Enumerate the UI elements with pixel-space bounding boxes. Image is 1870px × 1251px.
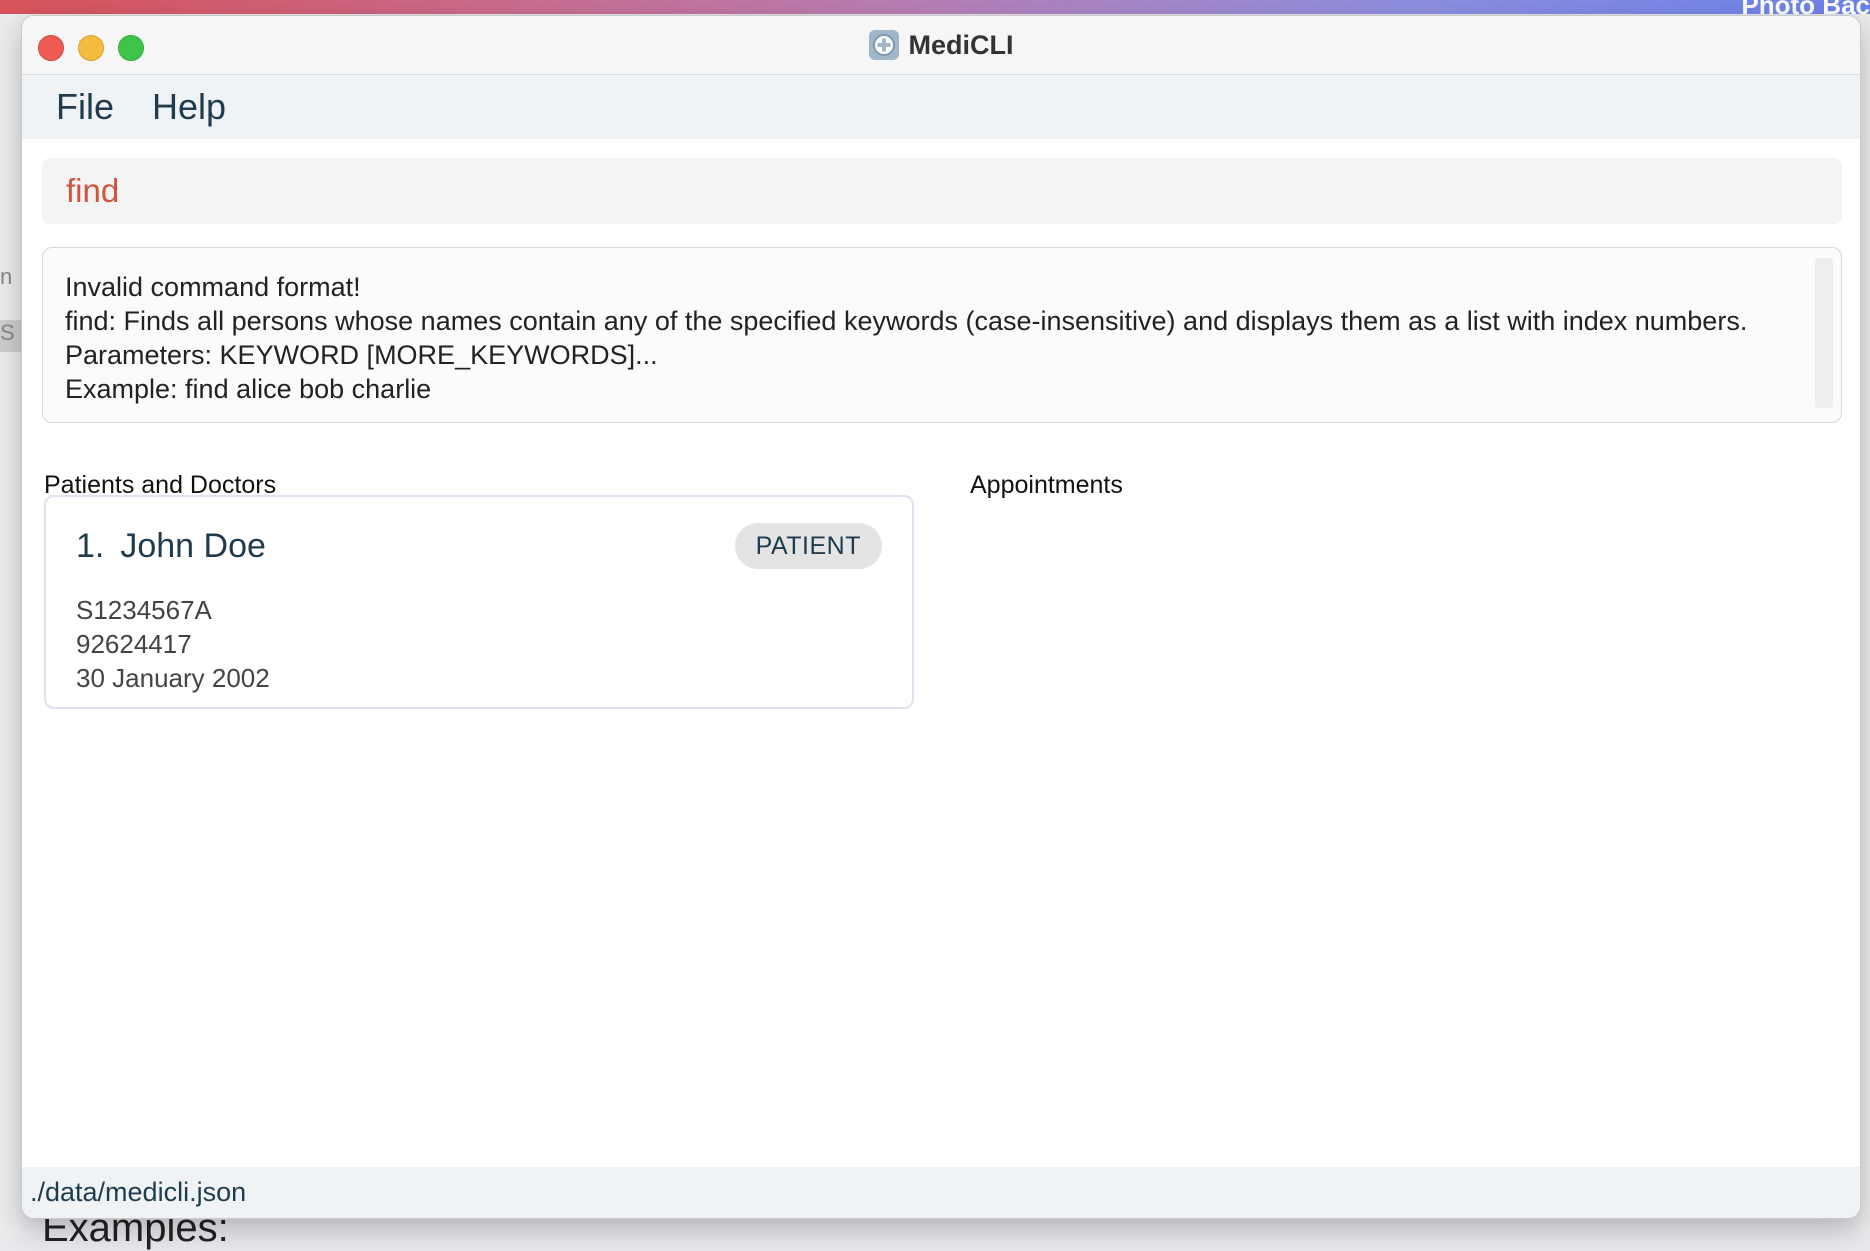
result-line: Invalid command format! [65,272,361,302]
person-name-text: John Doe [120,527,266,565]
person-card[interactable]: 1. John Doe PATIENT S1234567A 92624417 30… [44,495,914,709]
background-window-right [1860,14,1870,1236]
person-nric: S1234567A [76,595,212,625]
command-box[interactable] [42,158,1842,224]
appointments-panel-title: Appointments [970,471,1123,499]
title-wrap: MediCLI [22,16,1860,74]
status-bar: ./data/medicli.json [22,1167,1860,1218]
result-line: find: Finds all persons whose names cont… [65,306,1748,336]
result-line: Example: find alice bob charlie [65,374,432,404]
menu-file[interactable]: File [56,86,114,128]
role-badge: PATIENT [734,523,882,569]
menu-help[interactable]: Help [152,86,226,128]
person-index: 1. [76,527,105,565]
medical-cross-icon [868,30,899,60]
background-letter: S [0,320,22,352]
window-title: MediCLI [908,29,1014,60]
data-file-path: ./data/medicli.json [30,1177,247,1207]
background-window-left: n S [0,14,22,1236]
medicli-window: MediCLI File Help Invalid command format… [22,16,1860,1218]
menu-bar: File Help [22,75,1860,139]
desktop-background [0,0,1870,14]
person-name: 1. John Doe [76,527,266,566]
result-display[interactable]: Invalid command format! find: Finds all … [42,247,1842,423]
background-letter: n [0,264,13,289]
title-bar[interactable]: MediCLI [22,16,1860,75]
command-input[interactable] [64,171,1820,211]
result-scrollbar[interactable] [1815,258,1833,408]
person-dob: 30 January 2002 [76,663,270,693]
result-line: Parameters: KEYWORD [MORE_KEYWORDS]... [65,340,658,370]
person-phone: 92624417 [76,629,192,659]
